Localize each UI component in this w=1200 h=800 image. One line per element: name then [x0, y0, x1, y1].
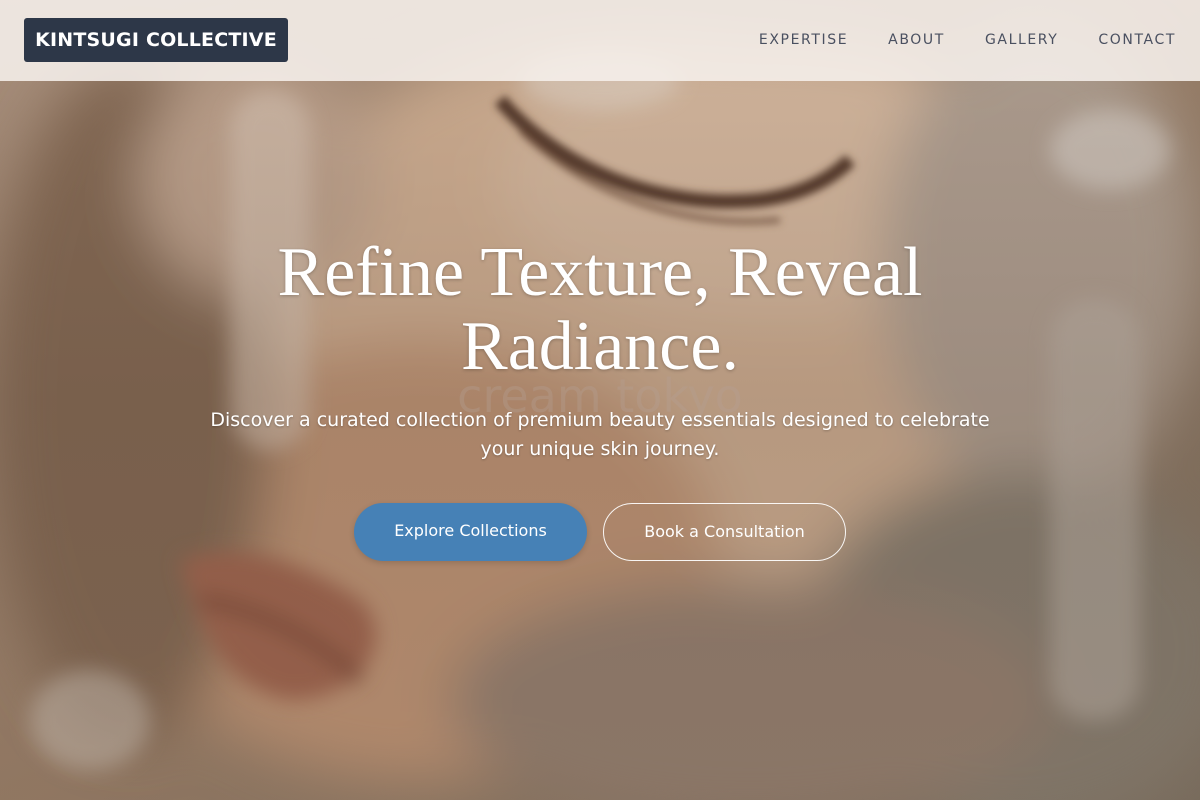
main-nav: EXPERTISE ABOUT GALLERY CONTACT: [759, 30, 1176, 50]
hero-headline-line-2: Radiance.: [461, 308, 739, 385]
hero-headline: Refine Texture, Reveal Radiance.: [150, 236, 1050, 384]
nav-item-about[interactable]: ABOUT: [888, 30, 945, 50]
book-consultation-button[interactable]: Book a Consultation: [603, 503, 846, 561]
hero-subtitle: Discover a curated collection of premium…: [180, 406, 1020, 464]
hero-section: cream tokyo Refine Texture, Reveal Radia…: [0, 0, 1200, 800]
hero-subtitle-line-2: your unique skin journey.: [480, 438, 720, 460]
site-header: KINTSUGI COLLECTIVE EXPERTISE ABOUT GALL…: [0, 0, 1200, 81]
hero-headline-line-1: Refine Texture, Reveal: [277, 234, 923, 311]
nav-item-expertise[interactable]: EXPERTISE: [759, 30, 848, 50]
hero-subtitle-line-1: Discover a curated collection of premium…: [210, 409, 990, 431]
nav-item-contact[interactable]: CONTACT: [1098, 30, 1176, 50]
nav-item-gallery[interactable]: GALLERY: [985, 30, 1058, 50]
explore-collections-button[interactable]: Explore Collections: [354, 503, 587, 561]
brand-logo[interactable]: KINTSUGI COLLECTIVE: [24, 18, 288, 62]
